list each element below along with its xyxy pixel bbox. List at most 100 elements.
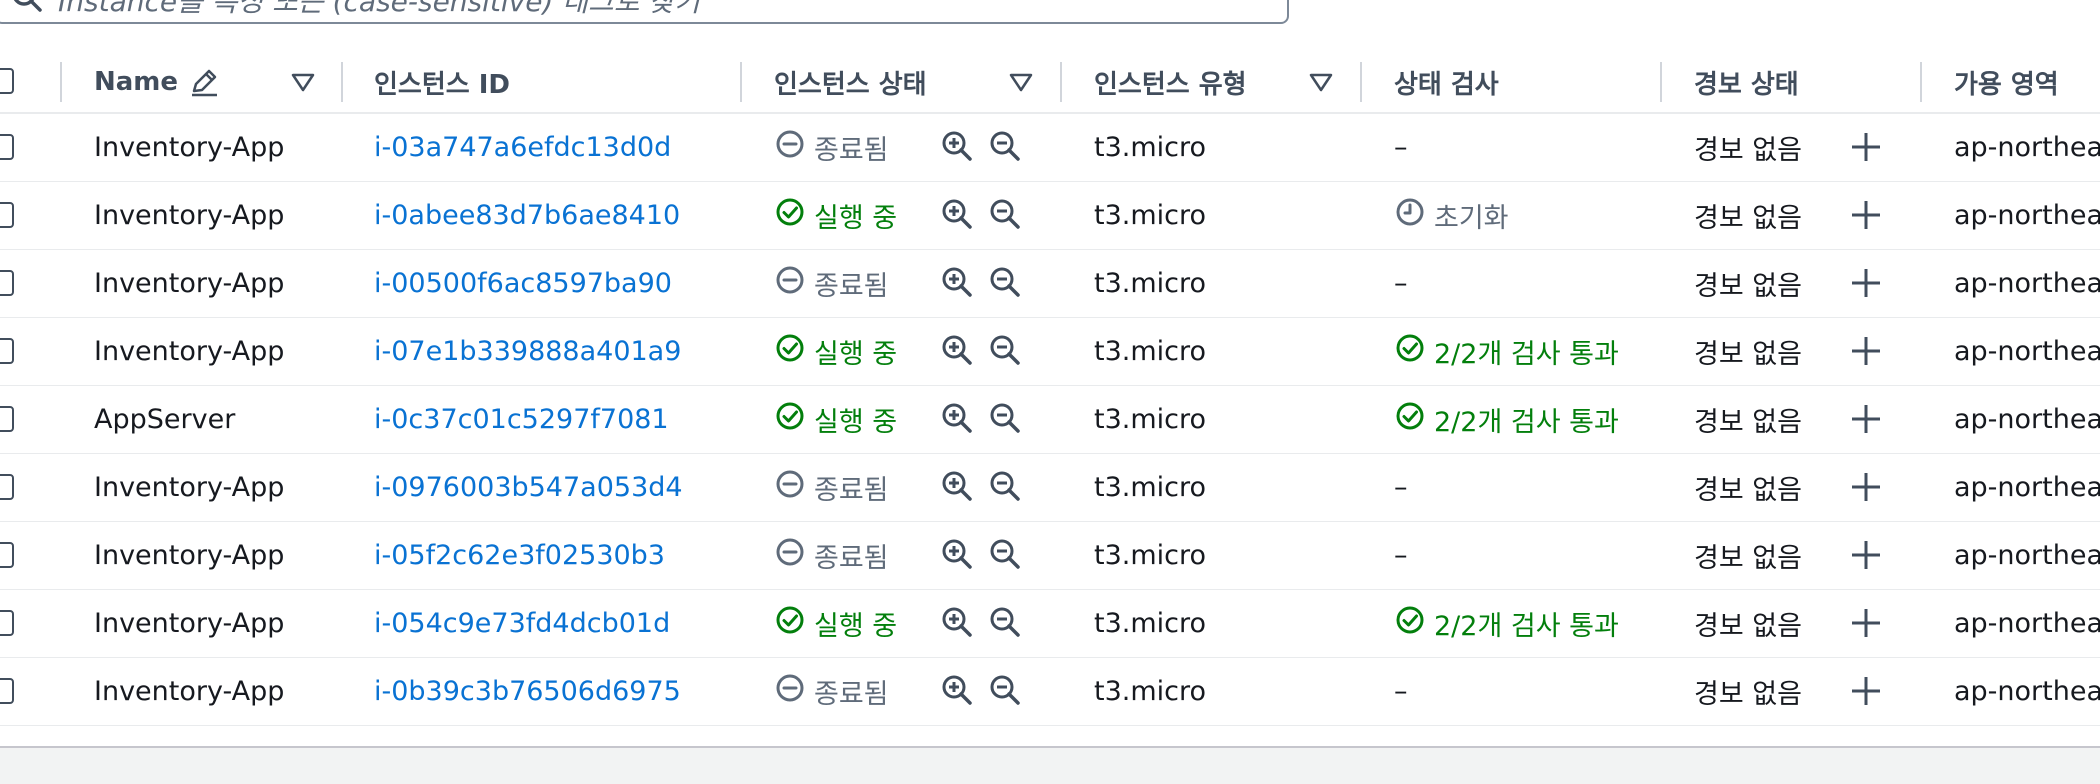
row-checkbox[interactable] — [0, 678, 14, 704]
row-checkbox[interactable] — [0, 406, 14, 432]
zoom-in-icon[interactable] — [939, 332, 975, 368]
status-terminated-icon — [774, 536, 814, 575]
instance-state: 종료됨 — [774, 522, 889, 588]
column-divider[interactable] — [740, 62, 742, 102]
table-row[interactable]: Inventory-App i-0b39c3b76506d6975 종료됨 t3… — [0, 658, 2100, 726]
zoom-in-icon[interactable] — [939, 468, 975, 504]
instance-id-link[interactable]: i-03a747a6efdc13d0d — [374, 114, 671, 180]
table-row[interactable]: Inventory-App i-03a747a6efdc13d0d 종료됨 t3… — [0, 114, 2100, 182]
instance-id-link[interactable]: i-0c37c01c5297f7081 — [374, 386, 669, 452]
zoom-out-icon[interactable] — [987, 196, 1023, 232]
table-row[interactable]: Inventory-App i-0abee83d7b6ae8410 실행 중 t… — [0, 182, 2100, 250]
status-running-icon — [774, 400, 814, 439]
column-header-instance-type[interactable]: 인스턴스 유형 — [1094, 50, 1247, 114]
zoom-out-icon[interactable] — [987, 536, 1023, 572]
instance-type: t3.micro — [1094, 471, 1207, 503]
instance-id-link[interactable]: i-0abee83d7b6ae8410 — [374, 182, 680, 248]
status-running-icon — [774, 196, 814, 235]
column-divider[interactable] — [1660, 62, 1662, 102]
zoom-out-icon[interactable] — [987, 128, 1023, 164]
add-alarm-icon[interactable] — [1847, 332, 1885, 370]
add-alarm-icon[interactable] — [1847, 468, 1885, 506]
add-alarm-icon[interactable] — [1847, 196, 1885, 234]
column-divider[interactable] — [341, 62, 343, 102]
add-alarm-icon[interactable] — [1847, 128, 1885, 166]
search-bar[interactable] — [0, 0, 1289, 24]
row-checkbox[interactable] — [0, 202, 14, 228]
instance-type: t3.micro — [1094, 131, 1207, 163]
sort-caret-icon[interactable] — [1308, 70, 1334, 94]
zoom-out-icon[interactable] — [987, 468, 1023, 504]
instance-id-link[interactable]: i-00500f6ac8597ba90 — [374, 250, 672, 316]
row-checkbox[interactable] — [0, 338, 14, 364]
zoom-out-icon[interactable] — [987, 264, 1023, 300]
search-input[interactable] — [56, 0, 1260, 22]
instance-name: Inventory-App — [94, 539, 285, 571]
status-running-icon — [774, 604, 814, 643]
add-alarm-icon[interactable] — [1847, 604, 1885, 642]
instance-state-text: 실행 중 — [814, 338, 898, 370]
instance-id-link[interactable]: i-05f2c62e3f02530b3 — [374, 522, 665, 588]
status-check-text: – — [1394, 267, 1408, 299]
zoom-in-icon[interactable] — [939, 672, 975, 708]
table-row[interactable]: Inventory-App i-05f2c62e3f02530b3 종료됨 t3… — [0, 522, 2100, 590]
add-alarm-icon[interactable] — [1847, 264, 1885, 302]
instance-id-link[interactable]: i-0976003b547a053d4 — [374, 454, 683, 520]
zoom-out-icon[interactable] — [987, 672, 1023, 708]
column-header-label: 가용 영역 — [1954, 69, 2059, 100]
instance-name: Inventory-App — [94, 675, 285, 707]
table-row[interactable]: Inventory-App i-054c9e73fd4dcb01d 실행 중 t… — [0, 590, 2100, 658]
sort-caret-icon[interactable] — [290, 70, 316, 94]
column-header-name[interactable]: Name — [94, 50, 222, 114]
add-alarm-icon[interactable] — [1847, 400, 1885, 438]
instance-state-text: 종료됨 — [814, 678, 889, 710]
zoom-out-icon[interactable] — [987, 332, 1023, 368]
table-row[interactable]: Inventory-App i-0976003b547a053d4 종료됨 t3… — [0, 454, 2100, 522]
table-row[interactable]: Inventory-App i-07e1b339888a401a9 실행 중 t… — [0, 318, 2100, 386]
row-checkbox[interactable] — [0, 270, 14, 296]
column-header-alarm-status[interactable]: 경보 상태 — [1694, 50, 1799, 114]
instance-state: 종료됨 — [774, 250, 889, 316]
column-header-availability-zone[interactable]: 가용 영역 — [1954, 50, 2059, 114]
instance-id-link[interactable]: i-054c9e73fd4dcb01d — [374, 590, 670, 656]
instance-id-link[interactable]: i-0b39c3b76506d6975 — [374, 658, 681, 724]
zoom-in-icon[interactable] — [939, 604, 975, 640]
instance-name: Inventory-App — [94, 131, 285, 163]
row-checkbox[interactable] — [0, 610, 14, 636]
column-divider[interactable] — [1360, 62, 1362, 102]
zoom-in-icon[interactable] — [939, 128, 975, 164]
instance-state: 종료됨 — [774, 114, 889, 180]
select-all-checkbox[interactable] — [0, 68, 14, 94]
zoom-in-icon[interactable] — [939, 536, 975, 572]
status-running-icon — [774, 332, 814, 371]
status-check-text: 2/2개 검사 통과 — [1434, 406, 1619, 438]
zoom-in-icon[interactable] — [939, 264, 975, 300]
column-divider[interactable] — [1060, 62, 1062, 102]
column-header-instance-state[interactable]: 인스턴스 상태 — [774, 50, 927, 114]
availability-zone: ap-northeas — [1954, 131, 2100, 163]
details-panel-handle[interactable] — [0, 748, 2100, 784]
column-header-status-check[interactable]: 상태 검사 — [1394, 50, 1499, 114]
zoom-out-icon[interactable] — [987, 604, 1023, 640]
instance-name: Inventory-App — [94, 471, 285, 503]
add-alarm-icon[interactable] — [1847, 536, 1885, 574]
check-passed-icon — [1394, 400, 1434, 439]
instance-id-link[interactable]: i-07e1b339888a401a9 — [374, 318, 681, 384]
status-check: 2/2개 검사 통과 — [1394, 386, 1619, 452]
table-row[interactable]: Inventory-App i-00500f6ac8597ba90 종료됨 t3… — [0, 250, 2100, 318]
status-terminated-icon — [774, 672, 814, 711]
row-checkbox[interactable] — [0, 474, 14, 500]
row-checkbox[interactable] — [0, 542, 14, 568]
column-divider[interactable] — [1920, 62, 1922, 102]
column-header-instance-id[interactable]: 인스턴스 ID — [374, 50, 510, 114]
sort-caret-icon[interactable] — [1008, 70, 1034, 94]
search-icon — [13, 0, 42, 12]
zoom-in-icon[interactable] — [939, 400, 975, 436]
zoom-out-icon[interactable] — [987, 400, 1023, 436]
add-alarm-icon[interactable] — [1847, 672, 1885, 710]
status-check: – — [1394, 522, 1408, 588]
table-row[interactable]: AppServer i-0c37c01c5297f7081 실행 중 t3.mi… — [0, 386, 2100, 454]
row-checkbox[interactable] — [0, 134, 14, 160]
instance-state: 종료됨 — [774, 658, 889, 724]
zoom-in-icon[interactable] — [939, 196, 975, 232]
